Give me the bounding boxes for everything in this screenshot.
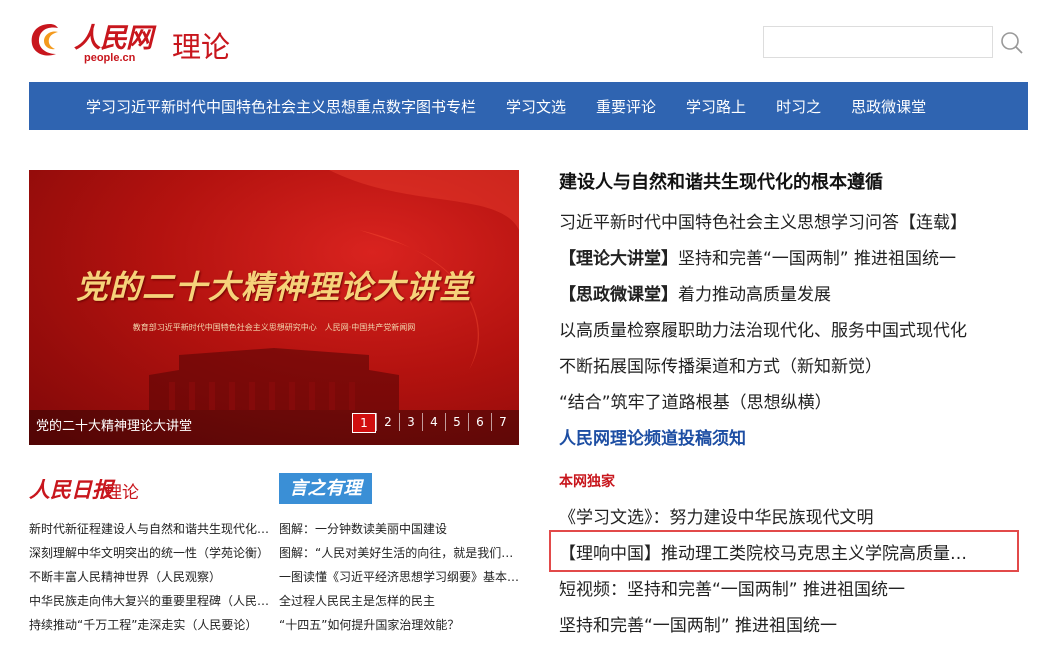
submission-notice-link[interactable]: 人民网理论频道投稿须知 bbox=[559, 421, 1029, 457]
list-item[interactable]: 【思政微课堂】着力推动高质量发展 bbox=[559, 277, 1029, 313]
nav-item-study-road[interactable]: 学习路上 bbox=[686, 96, 746, 117]
list-item[interactable]: 中华民族走向伟大复兴的重要里程碑（人民… bbox=[29, 589, 269, 613]
list-item-text: 坚持和完善“一国两制” 推进祖国统一 bbox=[678, 249, 957, 269]
list-item[interactable]: “十四五”如何提升国家治理效能？ bbox=[279, 613, 519, 637]
list-item[interactable]: 图解：“人民对美好生活的向往，就是我们… bbox=[279, 541, 519, 565]
list-item[interactable]: 图解：一分钟数读美丽中国建设 bbox=[279, 517, 519, 541]
list-item[interactable]: 习近平新时代中国特色社会主义思想学习问答【连载】 bbox=[559, 205, 1029, 241]
carousel-caption[interactable]: 党的二十大精神理论大讲堂 bbox=[36, 415, 192, 434]
exclusive-news-list: 《学习文选》：努力建设中华民族现代文明 【理响中国】推动理工类院校马克思主义学院… bbox=[559, 500, 1029, 644]
list-item[interactable]: 深刻理解中华文明突出的统一性（学苑论衡） bbox=[29, 541, 269, 565]
headline-link[interactable]: 建设人与自然和谐共生现代化的根本遵循 bbox=[559, 168, 883, 194]
carousel-page-6[interactable]: 6 bbox=[468, 413, 491, 431]
nav-item-micro-class[interactable]: 思政微课堂 bbox=[851, 96, 926, 117]
list-item[interactable]: 一图读懂《习近平经济思想学习纲要》基本… bbox=[279, 565, 519, 589]
people-logo-icon[interactable] bbox=[28, 22, 72, 58]
list-item[interactable]: 不断丰富人民精神世界（人民观察） bbox=[29, 565, 269, 589]
main-nav: 学习习近平新时代中国特色社会主义思想重点数字图书专栏 学习文选 重要评论 学习路… bbox=[29, 82, 1028, 130]
carousel-pager: 1 2 3 4 5 6 7 bbox=[352, 413, 514, 433]
search-icon[interactable] bbox=[1000, 31, 1024, 55]
highlight-box bbox=[549, 530, 1019, 572]
list-item-text: 以高质量检察履职助力法治现代化、服务中国式现代化 bbox=[559, 321, 967, 341]
list-item[interactable]: 坚持和完善“一国两制” 推进祖国统一 bbox=[559, 608, 1029, 644]
section-title[interactable]: 理论 bbox=[172, 24, 230, 66]
rmrb-theory-label[interactable]: 理论 bbox=[105, 478, 139, 503]
list-item-tag: 【思政微课堂】 bbox=[559, 285, 678, 305]
carousel-banner-subtitle: 教育部习近平新时代中国特色社会主义思想研究中心 人民网·中国共产党新闻网 bbox=[132, 323, 416, 332]
nav-item-key-comments[interactable]: 重要评论 bbox=[596, 96, 656, 117]
list-item[interactable]: “结合”筑牢了道路根基（思想纵横） bbox=[559, 385, 1029, 421]
exclusive-section-label: 本网独家 bbox=[559, 474, 615, 490]
rmrb-article-list: 新时代新征程建设人与自然和谐共生现代化… 深刻理解中华文明突出的统一性（学苑论衡… bbox=[29, 517, 269, 637]
logo-text-en: people.cn bbox=[84, 52, 136, 64]
carousel[interactable]: 党的二十大精神理论大讲堂 教育部习近平新时代中国特色社会主义思想研究中心 人民网… bbox=[29, 170, 519, 445]
search-input[interactable] bbox=[763, 26, 993, 58]
carousel-page-5[interactable]: 5 bbox=[445, 413, 468, 431]
list-item[interactable]: 短视频：坚持和完善“一国两制” 推进祖国统一 bbox=[559, 572, 1029, 608]
carousel-page-1[interactable]: 1 bbox=[352, 413, 376, 433]
nav-item-digital-books[interactable]: 学习习近平新时代中国特色社会主义思想重点数字图书专栏 bbox=[86, 96, 476, 117]
carousel-page-2[interactable]: 2 bbox=[376, 413, 399, 431]
list-item-text: 不断拓展国际传播渠道和方式（新知新觉） bbox=[559, 357, 882, 377]
nav-item-shixizhi[interactable]: 时习之 bbox=[776, 96, 821, 117]
list-item-text: 习近平新时代中国特色社会主义思想学习问答【连载】 bbox=[559, 213, 967, 233]
list-item-tag: 【理论大讲堂】 bbox=[559, 249, 678, 269]
nav-item-study-selections[interactable]: 学习文选 bbox=[506, 96, 566, 117]
list-item[interactable]: 持续推动“千万工程”走深走实（人民要论） bbox=[29, 613, 269, 637]
yanzhiyouli-article-list: 图解：一分钟数读美丽中国建设 图解：“人民对美好生活的向往，就是我们… 一图读懂… bbox=[279, 517, 519, 637]
list-item-text: “结合”筑牢了道路根基（思想纵横） bbox=[559, 393, 832, 413]
list-item-text: 着力推动高质量发展 bbox=[678, 285, 831, 305]
list-item[interactable]: 全过程人民民主是怎样的民主 bbox=[279, 589, 519, 613]
rmrb-logo[interactable]: 人民日报 bbox=[29, 474, 113, 504]
list-item[interactable]: 【理论大讲堂】坚持和完善“一国两制” 推进祖国统一 bbox=[559, 241, 1029, 277]
carousel-page-7[interactable]: 7 bbox=[491, 413, 514, 431]
logo-text-cn[interactable]: 人民网 bbox=[74, 16, 153, 55]
carousel-banner-title: 党的二十大精神理论大讲堂 bbox=[75, 268, 472, 306]
list-item[interactable]: 新时代新征程建设人与自然和谐共生现代化… bbox=[29, 517, 269, 541]
top-news-list: 习近平新时代中国特色社会主义思想学习问答【连载】 【理论大讲堂】坚持和完善“一国… bbox=[559, 205, 1029, 457]
carousel-page-3[interactable]: 3 bbox=[399, 413, 422, 431]
yanzhiyouli-logo[interactable]: 言之有理 bbox=[279, 473, 372, 504]
list-item[interactable]: 以高质量检察履职助力法治现代化、服务中国式现代化 bbox=[559, 313, 1029, 349]
carousel-page-4[interactable]: 4 bbox=[422, 413, 445, 431]
list-item[interactable]: 不断拓展国际传播渠道和方式（新知新觉） bbox=[559, 349, 1029, 385]
